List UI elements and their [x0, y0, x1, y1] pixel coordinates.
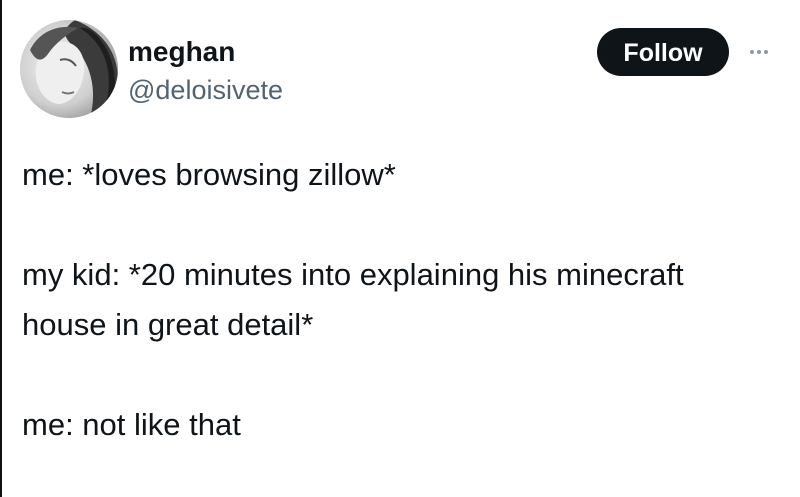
tweet-line-empty: [22, 350, 792, 400]
follow-button[interactable]: Follow: [597, 28, 729, 76]
display-name[interactable]: meghan: [128, 36, 235, 68]
more-horizontal-icon[interactable]: [744, 40, 774, 64]
tweet-line: my kid: *20 minutes into explaining his …: [22, 257, 684, 292]
dot-icon: [764, 50, 768, 54]
avatar-image: [20, 20, 118, 118]
tweet-line: house in great detail*: [22, 307, 314, 342]
tweet-line: me: *loves browsing zillow*: [22, 157, 396, 192]
avatar[interactable]: [20, 20, 118, 118]
dot-icon: [757, 50, 761, 54]
tweet-text: me: *loves browsing zillow* my kid: *20 …: [22, 150, 792, 450]
tweet-line-empty: [22, 200, 792, 250]
user-handle[interactable]: @deloisivete: [128, 74, 283, 106]
tweet-card: meghan @deloisivete Follow me: *loves br…: [0, 0, 800, 497]
dot-icon: [750, 50, 754, 54]
tweet-line: me: not like that: [22, 407, 241, 442]
